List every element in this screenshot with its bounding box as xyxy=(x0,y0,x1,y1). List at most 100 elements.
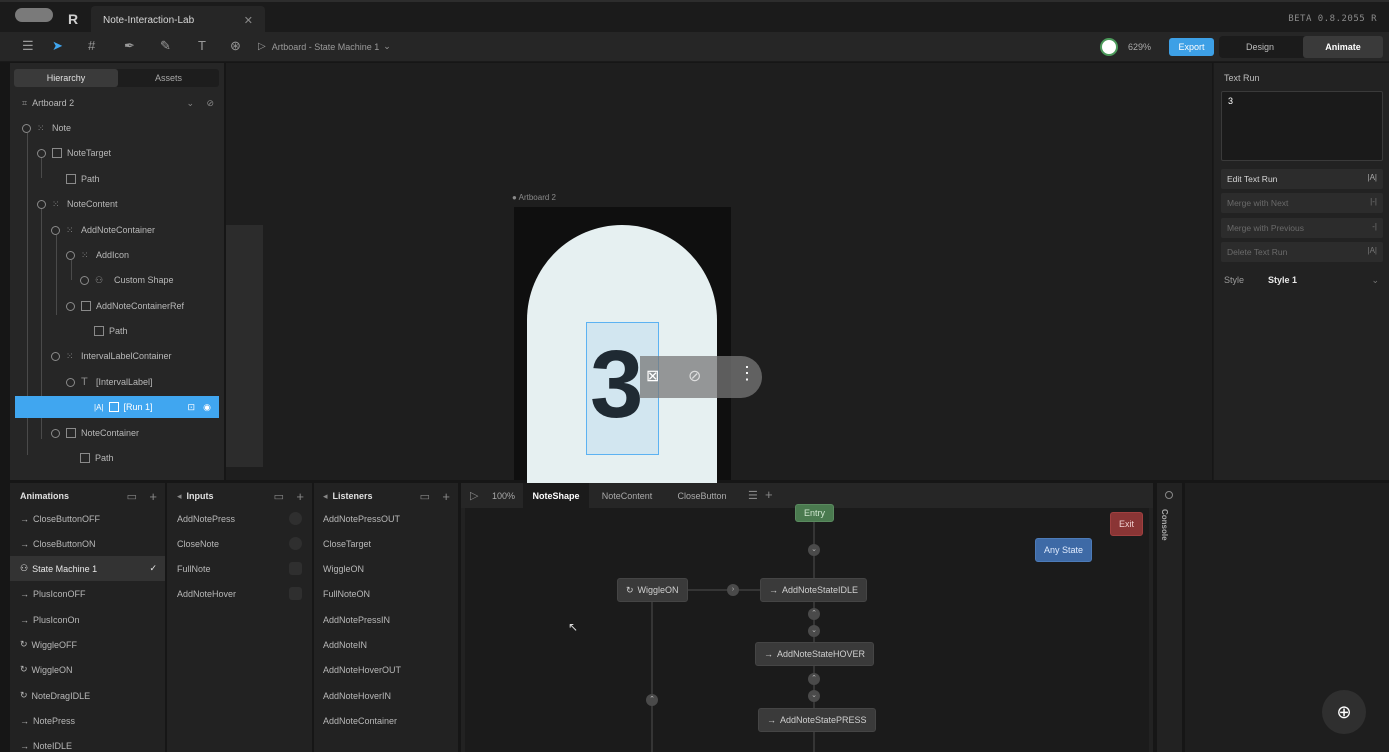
tree-item-selected[interactable]: |A| [Run 1] ⊡ ◉ xyxy=(15,396,219,418)
export-button[interactable]: Export xyxy=(1169,38,1214,56)
user-avatar[interactable] xyxy=(1100,38,1118,56)
collapse-icon[interactable]: ◂ xyxy=(323,491,328,502)
transition-up-icon[interactable]: ⌃ xyxy=(808,608,820,620)
tree-item[interactable]: AddNoteContainerRef xyxy=(10,295,224,317)
zoom-in-icon[interactable]: ⊕ xyxy=(1322,690,1366,734)
tree-item[interactable]: Path xyxy=(10,168,224,190)
add-icon[interactable]: + xyxy=(442,489,450,504)
tree-item[interactable]: Path xyxy=(10,320,224,342)
tree-item[interactable]: NoteContainer xyxy=(10,422,224,444)
animation-item[interactable]: ↻ NoteDragIDLE xyxy=(10,683,165,708)
boolean-checkbox[interactable] xyxy=(289,562,302,575)
expand-toggle-icon[interactable] xyxy=(51,428,60,438)
transition-down-icon[interactable]: ⌄ xyxy=(808,544,820,556)
unpin-icon[interactable]: ⊠ xyxy=(646,366,659,386)
tree-item[interactable]: ⁙ NoteContent xyxy=(10,193,224,215)
breadcrumb[interactable]: ▷ Artboard - State Machine 1 ⌄ xyxy=(258,41,391,52)
add-icon[interactable]: + xyxy=(149,489,157,504)
expand-toggle-icon[interactable] xyxy=(51,225,60,235)
listener-item[interactable]: WiggleON xyxy=(314,556,458,581)
transition-down-icon[interactable]: ⌄ xyxy=(808,625,820,637)
style-select[interactable]: Style 1 xyxy=(1268,275,1297,285)
input-item[interactable]: AddNotePress xyxy=(167,506,312,531)
merge-next-button[interactable]: Merge with Next |-| xyxy=(1221,193,1383,213)
listener-item[interactable]: CloseTarget xyxy=(314,531,458,556)
animation-item[interactable]: → CloseButtonOFF xyxy=(10,506,165,531)
tree-item[interactable]: T [IntervalLabel] xyxy=(10,371,224,393)
expand-toggle-icon[interactable] xyxy=(51,351,60,361)
lock-icon[interactable]: ⊡ xyxy=(187,402,195,413)
bone-tool-icon[interactable]: ⊛ xyxy=(230,38,241,54)
hover-state-node[interactable]: → AddNoteStateHOVER xyxy=(755,642,875,666)
merge-previous-button[interactable]: Merge with Previous -| xyxy=(1221,218,1383,238)
listener-item[interactable]: AddNoteContainer xyxy=(314,708,458,733)
listener-item[interactable]: FullNoteON xyxy=(314,581,458,606)
transition-down-icon[interactable]: ⌄ xyxy=(808,690,820,702)
play-icon[interactable]: ▷ xyxy=(470,489,478,502)
design-mode-tab[interactable]: Design xyxy=(1219,36,1301,58)
animation-item[interactable]: ↻ WiggleON xyxy=(10,657,165,682)
zoom-level[interactable]: 629% xyxy=(1128,42,1151,52)
animate-mode-tab[interactable]: Animate xyxy=(1303,36,1383,58)
input-item[interactable]: CloseNote xyxy=(167,531,312,556)
text-tool-icon[interactable]: T xyxy=(198,38,206,53)
app-menu-button[interactable] xyxy=(15,8,53,22)
animation-item[interactable]: → NoteIDLE xyxy=(10,733,165,752)
mute-icon[interactable]: ⊘ xyxy=(688,366,701,386)
collapse-icon[interactable]: ◂ xyxy=(177,491,182,502)
transition-up-icon[interactable]: ⌃ xyxy=(808,673,820,685)
animation-item[interactable]: → NotePress xyxy=(10,708,165,733)
folder-icon[interactable]: ▭ xyxy=(274,490,284,503)
document-tab[interactable]: Note-Interaction-Lab ✕ xyxy=(91,6,265,34)
brush-tool-icon[interactable]: ✎ xyxy=(160,38,171,54)
animation-item[interactable]: → PlusIconOFF xyxy=(10,581,165,606)
tree-item[interactable]: ⁙ IntervalLabelContainer xyxy=(10,345,224,367)
idle-state-node[interactable]: → AddNoteStateIDLE xyxy=(760,578,868,602)
tab-hierarchy[interactable]: Hierarchy xyxy=(14,69,118,87)
listener-item[interactable]: AddNoteHoverOUT xyxy=(314,657,458,682)
add-icon[interactable]: + xyxy=(765,487,773,502)
console-panel[interactable]: Console xyxy=(1157,483,1182,752)
graph-tab-closebutton[interactable]: CloseButton xyxy=(667,483,737,508)
listener-item[interactable]: AddNotePressIN xyxy=(314,607,458,632)
collapse-icon[interactable] xyxy=(1165,491,1173,499)
list-icon[interactable]: ☰ xyxy=(748,489,758,502)
pen-tool-icon[interactable]: ✒ xyxy=(124,38,135,54)
edit-text-run-button[interactable]: Edit Text Run |A| xyxy=(1221,169,1383,189)
tree-item[interactable]: ⁙ AddIcon xyxy=(10,244,224,266)
expand-toggle-icon[interactable] xyxy=(22,123,31,133)
delete-text-run-button[interactable]: Delete Text Run |A| xyxy=(1221,242,1383,262)
expand-toggle-icon[interactable] xyxy=(66,301,75,311)
artboard-label[interactable]: ● Artboard 2 xyxy=(512,193,556,202)
expand-toggle-icon[interactable] xyxy=(37,199,46,209)
tab-assets[interactable]: Assets xyxy=(118,69,219,87)
chevron-down-icon[interactable]: ⌄ xyxy=(1371,275,1379,286)
input-item[interactable]: FullNote xyxy=(167,556,312,581)
graph-zoom[interactable]: 100% xyxy=(492,491,515,501)
expand-toggle-icon[interactable] xyxy=(66,250,75,260)
expand-toggle-icon[interactable] xyxy=(80,275,89,285)
listener-item[interactable]: AddNotePressOUT xyxy=(314,506,458,531)
press-state-node[interactable]: → AddNoteStatePRESS xyxy=(758,708,876,732)
graph-canvas[interactable]: Entry Exit Any State ↻ WiggleON → AddNoteS… xyxy=(465,504,1149,752)
expand-toggle-icon[interactable] xyxy=(37,148,46,158)
listener-item[interactable]: AddNoteHoverIN xyxy=(314,683,458,708)
transition-up-icon[interactable]: ⌃ xyxy=(646,694,658,706)
wiggle-on-node[interactable]: ↻ WiggleON xyxy=(617,578,688,602)
play-icon[interactable]: ▷ xyxy=(258,41,266,52)
add-icon[interactable]: + xyxy=(296,489,304,504)
tree-item[interactable]: ⁙ AddNoteContainer xyxy=(10,219,224,241)
tree-item[interactable]: ⁙ Note xyxy=(10,117,224,139)
link-icon[interactable]: ⊘ xyxy=(206,98,214,109)
exit-node[interactable]: Exit xyxy=(1110,512,1144,536)
expand-toggle-icon[interactable] xyxy=(66,377,75,387)
select-tool-icon[interactable]: ➤ xyxy=(52,38,63,54)
tree-item[interactable]: ⚇ Custom Shape xyxy=(10,269,224,291)
trigger-toggle[interactable] xyxy=(289,537,302,550)
menu-icon[interactable]: ☰ xyxy=(22,38,34,54)
eye-icon[interactable]: ◉ xyxy=(203,402,211,413)
chevron-down-icon[interactable]: ⌄ xyxy=(186,98,194,109)
animation-item[interactable]: → PlusIconOn xyxy=(10,607,165,632)
graph-tab-noteshape[interactable]: NoteShape xyxy=(523,483,589,508)
animation-item[interactable]: ↻ WiggleOFF xyxy=(10,632,165,657)
